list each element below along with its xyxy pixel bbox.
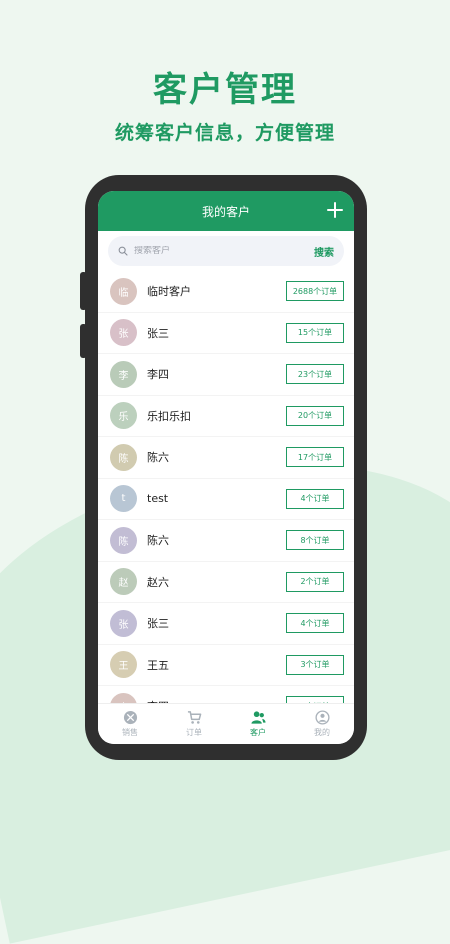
customer-row[interactable]: 张张三 4个订单 <box>98 603 354 645</box>
profile-icon <box>314 710 330 725</box>
tab-customers[interactable]: 客户 <box>226 704 290 744</box>
customer-row[interactable]: 张张三 15个订单 <box>98 313 354 354</box>
customer-name: 临时客户 <box>147 285 191 299</box>
promo-subline: 统筹客户信息，方便管理 <box>114 122 335 144</box>
customers-icon <box>250 711 266 724</box>
order-count-button[interactable]: 8个订单 <box>286 530 344 551</box>
cart-icon <box>187 711 201 724</box>
app-header: 我的客户 <box>98 191 354 231</box>
customer-name: 张三 <box>147 617 169 631</box>
customer-row[interactable]: 李李四 23个订单 <box>98 354 354 396</box>
customer-name: 李四 <box>147 368 169 382</box>
avatar: 王 <box>110 651 137 679</box>
order-count-button[interactable]: 2个订单 <box>286 571 344 592</box>
add-customer-button[interactable] <box>324 199 346 221</box>
bottom-tab-bar: 销售 订单 客户 我的 <box>98 703 354 744</box>
avatar: 陈 <box>110 526 137 554</box>
customer-row[interactable]: 乐乐扣乐扣 20个订单 <box>98 396 354 437</box>
search-button[interactable]: 搜索 <box>314 244 334 259</box>
customer-name: 乐扣乐扣 <box>147 409 191 423</box>
tab-profile[interactable]: 我的 <box>290 704 354 744</box>
tab-label: 客户 <box>250 728 266 737</box>
customer-row[interactable]: 赵赵六 2个订单 <box>98 562 354 603</box>
customer-row[interactable]: 陈陈六 17个订单 <box>98 437 354 479</box>
search-input[interactable] <box>134 246 314 256</box>
order-count-button[interactable]: 17个订单 <box>286 447 344 468</box>
customer-list[interactable]: 临临时客户 2688个订单张张三 15个订单李李四 23个订单乐乐扣乐扣 20个订单陈陈… <box>98 271 354 703</box>
order-count-button[interactable]: 4个订单 <box>286 488 344 509</box>
tab-label: 销售 <box>122 728 138 737</box>
avatar: 李 <box>110 360 137 388</box>
avatar: 临 <box>110 277 137 305</box>
tab-cart[interactable]: 订单 <box>162 704 226 744</box>
phone-screen: 我的客户 搜索 临临时客户2688个订单张张三15个订单李李四23个订单乐乐扣乐… <box>98 191 354 744</box>
avatar: 陈 <box>110 443 137 471</box>
avatar: 李 <box>110 692 137 703</box>
search-container: 搜索 <box>98 231 354 270</box>
tab-label: 订单 <box>186 728 202 737</box>
customer-name: 陈六 <box>147 451 169 465</box>
search-icon <box>118 246 128 256</box>
order-count-button[interactable]: 3个订单 <box>286 654 344 675</box>
order-count-button[interactable]: 15个订单 <box>286 322 344 343</box>
avatar: 张 <box>110 319 137 347</box>
customer-row[interactable]: t test 4个订单 <box>98 479 354 520</box>
avatar: 乐 <box>110 402 137 430</box>
tab-label: 我的 <box>314 728 330 737</box>
order-count-button[interactable]: 23个订单 <box>286 364 344 385</box>
customer-row[interactable]: 李李四3个订单 <box>98 686 354 703</box>
customer-name: 陈六 <box>147 534 169 548</box>
customer-name: 张三 <box>147 326 169 340</box>
customer-name: test <box>147 492 169 506</box>
phone-frame: 我的客户 搜索 临临时客户2688个订单张张三15个订单李李四23个订单乐乐扣乐… <box>85 175 367 760</box>
avatar: 赵 <box>110 568 137 596</box>
customer-name: 王五 <box>147 658 169 672</box>
sales-icon <box>123 710 137 725</box>
avatar: 张 <box>110 609 137 637</box>
order-count-button[interactable]: 3个订单 <box>286 696 344 703</box>
search-bar: 搜索 <box>108 236 344 266</box>
customer-row[interactable]: 陈陈六 8个订单 <box>98 520 354 562</box>
promo-headline: 客户管理 <box>153 70 297 110</box>
page-title: 我的客户 <box>201 204 250 219</box>
customer-row[interactable]: 王王五 3个订单 <box>98 645 354 686</box>
customer-name: 赵六 <box>147 575 169 589</box>
order-count-button[interactable]: 2688个订单 <box>286 281 344 302</box>
order-count-button[interactable]: 20个订单 <box>286 405 344 426</box>
tab-sales[interactable]: 销售 <box>98 704 162 744</box>
avatar: t <box>110 485 137 513</box>
order-count-button[interactable]: 4个订单 <box>286 613 344 634</box>
customer-row[interactable]: 临临时客户 2688个订单 <box>98 271 354 313</box>
